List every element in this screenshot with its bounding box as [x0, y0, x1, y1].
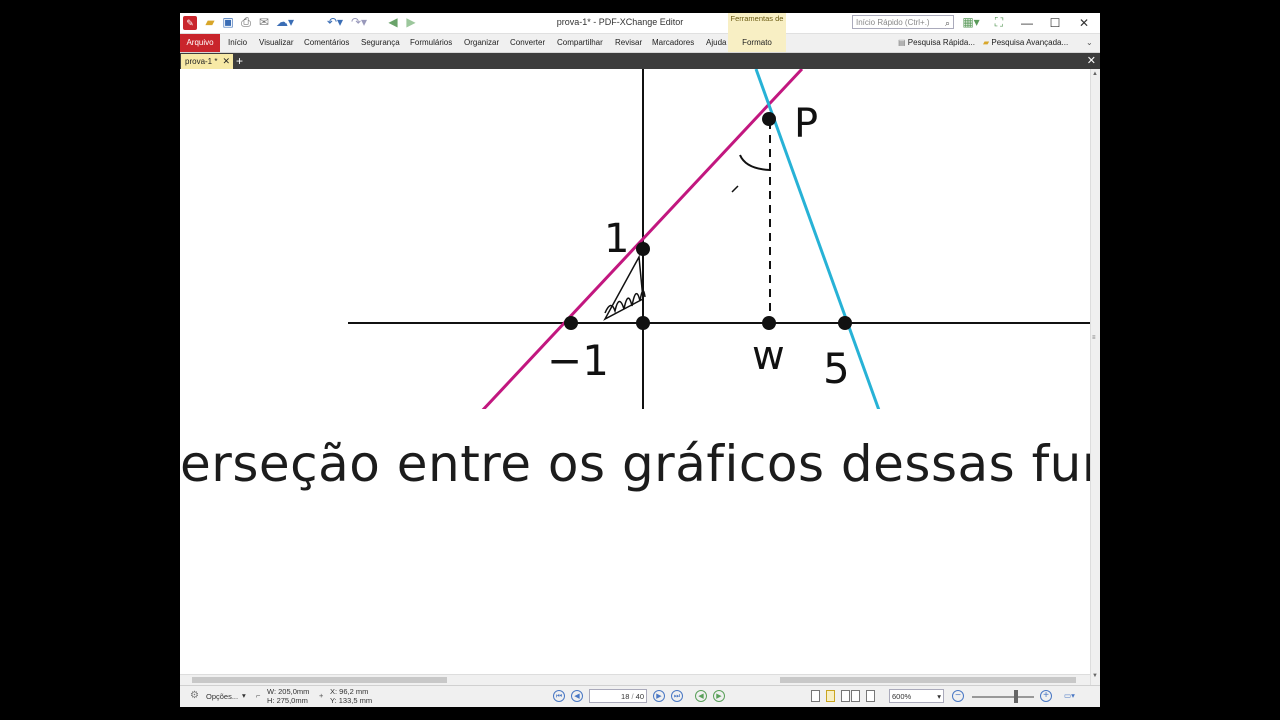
point-origin	[636, 316, 650, 330]
page-height: H: 275,0mm	[267, 696, 308, 705]
view-options-icon[interactable]: ▭▾	[1064, 691, 1075, 700]
scroll-thumb-icon[interactable]: ≡	[1092, 335, 1096, 341]
menu-arquivo[interactable]: Arquivo	[180, 34, 220, 52]
first-page-icon[interactable]: ⏮	[553, 690, 565, 702]
page-dimensions: W: 205,0mm H: 275,0mm	[267, 687, 309, 705]
continuous-page-icon[interactable]	[826, 690, 835, 702]
last-page-icon[interactable]: ⏭	[671, 690, 683, 702]
customize-icon[interactable]: ▦▾	[960, 15, 982, 30]
vertical-scrollbar[interactable]: ▲ ≡ ▼	[1090, 69, 1100, 685]
point-P	[762, 112, 776, 126]
menu-formato[interactable]: Formato	[728, 34, 786, 52]
point-5	[838, 316, 852, 330]
point-minus1	[564, 316, 578, 330]
fullscreen-icon[interactable]: ⛶	[992, 15, 1006, 30]
cursor-coordinates: X: 96,2 mm Y: 133,5 mm	[330, 687, 372, 705]
label-P: P	[794, 101, 818, 147]
facing-pages-icon-2[interactable]	[851, 690, 860, 702]
hscroll-track-left[interactable]	[192, 677, 447, 683]
label-1: 1	[604, 216, 629, 262]
cursor-y: Y: 133,5 mm	[330, 696, 373, 705]
menu-revisar[interactable]: Revisar	[615, 34, 642, 52]
prev-page-icon[interactable]: ◀	[571, 690, 583, 702]
menu-inicio[interactable]: Início	[228, 34, 247, 52]
scroll-down-icon[interactable]: ▼	[1092, 673, 1098, 679]
zoom-slider-thumb[interactable]	[1014, 690, 1018, 703]
zoom-out-icon[interactable]: −	[952, 690, 964, 702]
next-page-icon[interactable]: ▶	[653, 690, 665, 702]
hscroll-track-right[interactable]	[780, 677, 1076, 683]
page-width: W: 205,0mm	[267, 687, 310, 696]
options-dropdown-icon[interactable]: ▾	[242, 691, 246, 700]
options-gear-icon[interactable]: ⚙	[190, 690, 199, 701]
tab-label: prova-1 *	[185, 57, 218, 66]
quick-find-icon: ▤	[898, 38, 908, 47]
horizontal-scrollbar[interactable]	[180, 674, 1090, 685]
dimensions-icon: ⌐	[256, 691, 261, 700]
app-window: ✎ ▰ ▣ ⎙ ✉ ☁▾ ↶▾ ↷▾ ◀ ▶ prova-1* - PDF-XC…	[180, 13, 1100, 707]
menu-seguranca[interactable]: Segurança	[361, 34, 400, 52]
label-minus1: −1	[547, 336, 609, 385]
coordinates-icon: +	[319, 691, 324, 700]
zoom-in-icon[interactable]: +	[1040, 690, 1052, 702]
quick-search-input[interactable]: Início Rápido (Ctrl+.) ⌕	[852, 15, 954, 29]
options-button[interactable]: Opções...	[206, 692, 238, 701]
quick-search-placeholder: Início Rápido (Ctrl+.)	[856, 18, 930, 27]
document-view[interactable]: P 1 −1 w 5 erseção entre os gráficos des…	[180, 69, 1090, 685]
menu-formularios[interactable]: Formulários	[410, 34, 452, 52]
continuous-facing-icon[interactable]	[866, 690, 875, 702]
menu-converter[interactable]: Converter	[510, 34, 545, 52]
zoom-value: 600%	[892, 692, 912, 701]
single-page-icon[interactable]	[811, 690, 820, 702]
tab-close-icon[interactable]: ✕	[222, 54, 230, 69]
title-bar: ✎ ▰ ▣ ⎙ ✉ ☁▾ ↶▾ ↷▾ ◀ ▶ prova-1* - PDF-XC…	[180, 13, 1100, 49]
close-button[interactable]: ✕	[1071, 14, 1097, 32]
context-tab-label: Ferramentas de	[730, 14, 784, 23]
menu-ajuda[interactable]: Ajuda	[706, 34, 726, 52]
advanced-find-label: Pesquisa Avançada...	[991, 38, 1069, 47]
page-text-line: erseção entre os gráficos dessas fur	[180, 435, 1090, 493]
advanced-find-button[interactable]: ▰ Pesquisa Avançada...	[983, 34, 1068, 52]
page-number-input[interactable]: 18 / 40	[589, 689, 647, 703]
menu-comentarios[interactable]: Comentários	[304, 34, 349, 52]
quick-find-button[interactable]: ▤ Pesquisa Rápida...	[898, 34, 975, 52]
zoom-slider[interactable]	[972, 696, 1034, 698]
zoom-dropdown-icon[interactable]: ▾	[937, 690, 941, 704]
pen-stroke	[731, 185, 739, 193]
nav-back-icon[interactable]: ◀	[695, 690, 707, 702]
label-w: w	[752, 333, 785, 379]
scroll-up-icon[interactable]: ▲	[1092, 71, 1098, 77]
ribbon-collapse-icon[interactable]: ⌄	[1086, 34, 1093, 52]
label-5: 5	[823, 344, 850, 393]
cursor-x: X: 96,2 mm	[330, 687, 369, 696]
close-document-button[interactable]: ✕	[1087, 53, 1096, 69]
function-graph: P 1 −1 w 5	[348, 69, 1090, 409]
menu-organizar[interactable]: Organizar	[464, 34, 499, 52]
maximize-button[interactable]: ☐	[1042, 14, 1068, 32]
triangle-mark	[603, 254, 644, 321]
search-icon: ⌕	[944, 18, 950, 28]
tab-prova-1[interactable]: prova-1 * ✕	[181, 54, 233, 69]
minimize-button[interactable]: —	[1014, 14, 1040, 32]
menu-marcadores[interactable]: Marcadores	[652, 34, 694, 52]
zoom-select[interactable]: 600% ▾	[889, 689, 944, 703]
page-total: 40	[635, 692, 644, 701]
angle-mark	[739, 154, 771, 171]
facing-pages-icon[interactable]	[841, 690, 850, 702]
menu-visualizar[interactable]: Visualizar	[259, 34, 294, 52]
nav-forward-icon[interactable]: ▶	[713, 690, 725, 702]
quick-find-label: Pesquisa Rápida...	[907, 38, 975, 47]
menu-bar: Arquivo Início Visualizar Comentários Se…	[180, 34, 1100, 53]
point-w	[762, 316, 776, 330]
menu-compartilhar[interactable]: Compartilhar	[557, 34, 603, 52]
status-bar: ⚙ Opções... ▾ ⌐ W: 205,0mm H: 275,0mm + …	[180, 685, 1100, 707]
document-tab-bar: prova-1 * ✕ + ✕	[180, 53, 1100, 69]
new-tab-button[interactable]: +	[236, 53, 243, 69]
point-1	[636, 242, 650, 256]
